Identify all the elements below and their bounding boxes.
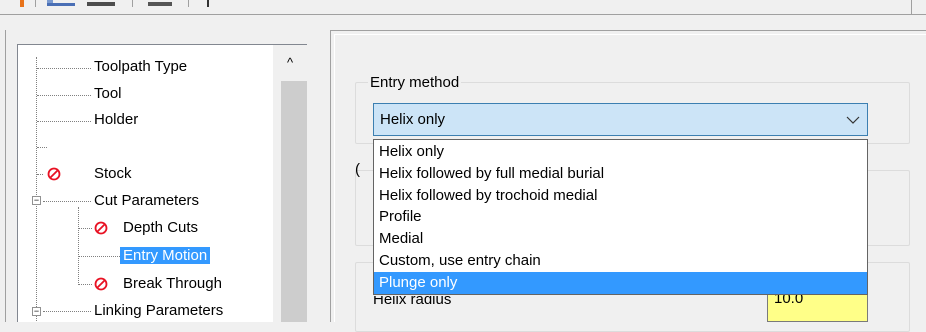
tree-item-toolpath-type[interactable]: Toolpath Type [91,55,190,79]
tree-item-tool[interactable]: Tool [91,82,125,106]
chart-icon[interactable] [45,0,77,7]
tree-line [37,95,91,96]
tree-item-cut-parameters[interactable]: Cut Parameters [91,189,202,213]
tree-line [78,228,92,229]
entry-method-select[interactable]: Helix only [373,103,868,136]
ruler-icon[interactable] [85,0,117,7]
tree-item-holder[interactable]: Holder [91,108,141,132]
dropdown-option[interactable]: Medial [374,228,867,250]
tree-item-label: Entry Motion [120,247,211,264]
tree-item-label: Break Through [123,275,222,292]
tree-item-linking-parameters[interactable]: Linking Parameters [91,299,226,322]
dropdown-option[interactable]: Custom, use entry chain [374,250,867,272]
prohibited-icon [47,167,61,181]
tree-line [78,256,120,257]
chevron-down-icon[interactable] [845,104,861,135]
dropdown-option[interactable]: Helix followed by full medial burial [374,163,867,185]
prohibited-icon [94,221,108,235]
tree-line [37,121,91,122]
box-icon[interactable] [146,0,174,7]
group-title: Entry method [368,74,462,91]
tree-line [37,174,43,175]
tree-item-label: Tool [94,85,122,102]
tree-line [37,147,47,148]
tree-line [37,68,91,69]
tree-item-label: Toolpath Type [94,58,188,75]
tree-line [36,57,37,322]
tree-item-break-through[interactable]: Break Through [120,272,225,296]
toolbar-separator [132,0,133,7]
tree-item-label: Depth Cuts [123,219,199,236]
scroll-up-icon[interactable]: ^ [273,45,307,81]
dropdown-option[interactable]: Helix only [374,141,867,163]
helix-radius-input[interactable]: 10.0 [767,294,868,322]
dropdown-option-highlighted[interactable]: Plunge only [374,272,867,294]
group-title: ( [355,161,360,178]
tree-item-entry-motion[interactable]: Entry Motion [120,244,211,268]
tree-item-label: Cut Parameters [94,192,200,209]
collapse-toggle-icon[interactable]: − [32,307,41,316]
scrollbar-thumb[interactable] [281,81,307,322]
tree-item-depth-cuts[interactable]: Depth Cuts [120,216,201,240]
dropdown-option[interactable]: Helix followed by trochoid medial [374,185,867,207]
pin-icon[interactable] [204,0,212,7]
tree-line [43,311,91,312]
prohibited-icon [94,277,108,291]
collapse-toggle-icon[interactable]: − [32,196,41,205]
toolbar-divider [0,14,926,15]
toolbar-separator [35,0,36,7]
tree-line [43,201,91,202]
toolbar-separator [188,0,189,7]
tree-item-label: Holder [94,111,139,128]
tree-item-label: Linking Parameters [94,302,224,319]
dropdown-option[interactable]: Profile [374,206,867,228]
parameter-tree[interactable]: − − Toolpath Type Tool Holder Stock Cut … [17,44,307,322]
entry-method-dropdown[interactable]: Helix only Helix followed by full medial… [373,139,868,295]
tree-line [78,207,79,285]
selected-value: Helix only [380,111,446,128]
tree-scrollbar[interactable]: ^ [273,45,307,322]
toolbar [0,0,926,14]
frame-edge [5,30,6,322]
window-edge [911,0,912,15]
helix-radius-label: Helix radius [373,296,452,308]
tree-line [78,284,92,285]
tool-icon[interactable] [16,0,28,7]
tree-item-label: Stock [94,165,132,182]
tree-item-stock[interactable]: Stock [91,162,135,186]
